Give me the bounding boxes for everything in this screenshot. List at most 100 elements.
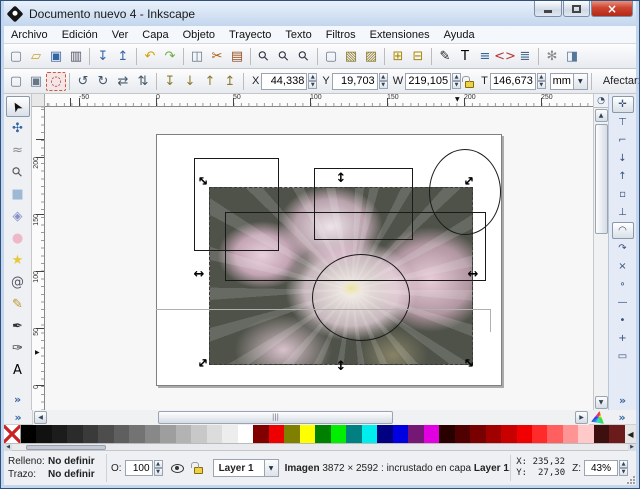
layers-dialog-icon[interactable]: ≡	[475, 47, 495, 66]
palette-swatch[interactable]	[547, 425, 563, 443]
toolbox-more-chevron[interactable]: »	[14, 393, 21, 406]
selection-handle-e[interactable]: ↔	[466, 267, 480, 281]
menu-filtros[interactable]: Filtros	[319, 26, 363, 44]
pencil-tool[interactable]: ✎	[6, 294, 30, 315]
menu-extensiones[interactable]: Extensiones	[363, 26, 437, 44]
snap-bbox-centers[interactable]: ▫	[612, 186, 634, 203]
vertical-scroll-track[interactable]	[595, 235, 608, 395]
palette-swatch[interactable]	[51, 425, 68, 443]
selection-handle-n[interactable]: ↕	[334, 171, 348, 185]
document-properties-icon[interactable]: ◨	[562, 47, 582, 66]
opacity-spinner[interactable]: ▲ ▼	[153, 460, 163, 476]
palette-swatch[interactable]	[501, 425, 517, 443]
x-field-input[interactable]	[261, 72, 308, 90]
title-bar[interactable]: Documento nuevo 4 - Inkscape ×	[4, 1, 636, 26]
snap-nodes[interactable]: ⊥	[612, 204, 634, 221]
palette-swatch[interactable]	[408, 425, 424, 443]
canvas[interactable]: ↔ ↕ ↔ ↔ ↔ ↔ ↕ ↔	[45, 107, 593, 410]
palette-swatch[interactable]	[439, 425, 455, 443]
resize-grip[interactable]	[627, 476, 635, 484]
text-dialog-icon[interactable]: T	[455, 47, 475, 66]
copy-icon[interactable]: ◫	[187, 47, 207, 66]
fill-stroke-indicator[interactable]: Relleno: No definir Trazo: No definir	[4, 454, 107, 482]
snap-page-border[interactable]: ▭	[612, 348, 634, 365]
snap-rotation-centers[interactable]: +	[612, 330, 634, 347]
zoom-spinner[interactable]: ▲ ▼	[619, 460, 628, 476]
selection-handle-w[interactable]: ↔	[192, 267, 206, 281]
import-icon[interactable]: ↧	[93, 47, 113, 66]
snap-bbox-edges[interactable]: ⌐	[612, 132, 634, 149]
flip-vertical-icon[interactable]: ⇅	[133, 72, 153, 91]
rotate-cw-icon[interactable]: ↻	[93, 72, 113, 91]
select-all-layers-icon[interactable]: ▣	[26, 72, 46, 91]
layer-visibility-eye-icon[interactable]	[170, 463, 184, 473]
palette-swatch[interactable]	[113, 425, 130, 443]
snap-paths[interactable]: ◠	[611, 222, 634, 239]
palette-swatch[interactable]	[392, 425, 409, 443]
palette-swatch[interactable]	[470, 425, 486, 443]
palette-swatch[interactable]	[299, 425, 316, 443]
palette-swatch[interactable]	[160, 425, 176, 443]
palette-swatch[interactable]	[129, 425, 145, 443]
lower-icon[interactable]: ↓	[180, 72, 200, 91]
layer-lock-icon[interactable]	[190, 461, 203, 474]
palette-swatch[interactable]	[268, 425, 285, 443]
open-folder-icon[interactable]: ▱	[26, 47, 46, 66]
ellipse-tool[interactable]: ●	[6, 228, 30, 249]
snapbar-more-chevron[interactable]: »	[619, 394, 626, 407]
palette-swatch[interactable]	[222, 425, 238, 443]
unit-dropdown-arrow-icon[interactable]: ▼	[573, 72, 588, 90]
palette-swatch[interactable]	[531, 425, 548, 443]
palette-swatch[interactable]	[98, 425, 114, 443]
w-field-input[interactable]	[405, 72, 452, 90]
pen-tool[interactable]: ✒	[6, 316, 30, 337]
palette-swatch[interactable]	[191, 425, 207, 443]
toolbox-overflow-chevron[interactable]: »	[4, 411, 32, 424]
guide-line-vertical[interactable]	[490, 309, 491, 332]
color-management-icon[interactable]	[591, 410, 606, 424]
zoom-input[interactable]	[584, 460, 618, 476]
scroll-left-icon[interactable]: ◀	[34, 410, 47, 424]
lock-ratio-icon[interactable]	[462, 75, 475, 88]
menu-capa[interactable]: Capa	[135, 26, 175, 44]
menu-objeto[interactable]: Objeto	[176, 26, 222, 44]
snap-overflow-chevron[interactable]: »	[608, 411, 636, 424]
horizontal-scroll-track[interactable]: |||	[48, 410, 574, 424]
selection-handle-s[interactable]: ↕	[334, 359, 348, 373]
snap-smooth-nodes[interactable]: ∘	[612, 276, 634, 293]
palette-swatch[interactable]	[67, 425, 83, 443]
guide-line-horizontal[interactable]	[156, 309, 490, 310]
snap-line-midpoints[interactable]: —	[612, 294, 634, 311]
preferences-icon[interactable]: ✻	[542, 47, 562, 66]
vertical-scrollbar[interactable]: ◔ ▲ ▼	[593, 94, 609, 410]
align-dialog-icon[interactable]: ≣	[515, 47, 535, 66]
h-field-spinner[interactable]: ▲ ▼	[536, 73, 546, 89]
flip-horizontal-icon[interactable]: ⇄	[113, 72, 133, 91]
layer-select[interactable]: Layer 1	[212, 459, 265, 477]
redo-icon[interactable]: ↷	[160, 47, 180, 66]
opacity-input[interactable]	[124, 460, 153, 476]
snap-object-centers[interactable]: •	[612, 312, 634, 329]
vertical-ruler[interactable]: 200 150 100 50 0 ▶	[32, 107, 45, 410]
rotate-ccw-icon[interactable]: ↺	[73, 72, 93, 91]
paste-icon[interactable]: ▤	[227, 47, 247, 66]
y-field-input[interactable]	[331, 72, 378, 90]
text-tool[interactable]: A	[6, 360, 30, 381]
rectangle-tool[interactable]: ■	[6, 184, 30, 205]
close-button[interactable]: ×	[591, 1, 633, 17]
duplicate-icon[interactable]: ▢	[321, 47, 341, 66]
palette-swatch[interactable]	[593, 425, 610, 443]
palette-swatch[interactable]	[377, 425, 393, 443]
scroll-up-icon[interactable]: ▲	[594, 109, 608, 122]
palette-swatch[interactable]	[516, 425, 532, 443]
select-all-icon[interactable]: ▢	[6, 72, 26, 91]
tweak-tool[interactable]: ≈	[6, 140, 30, 161]
unlink-clone-icon[interactable]: ▨	[361, 47, 381, 66]
x-field-spinner[interactable]: ▲ ▼	[308, 73, 318, 89]
3dbox-tool[interactable]: ◈	[6, 206, 30, 227]
snap-bbox[interactable]: ⊤	[612, 114, 634, 131]
maximize-button[interactable]	[563, 1, 590, 17]
snap-path-intersections[interactable]: ↷	[612, 240, 634, 257]
cut-icon[interactable]: ✂	[207, 47, 227, 66]
raise-icon[interactable]: ↑	[200, 72, 220, 91]
